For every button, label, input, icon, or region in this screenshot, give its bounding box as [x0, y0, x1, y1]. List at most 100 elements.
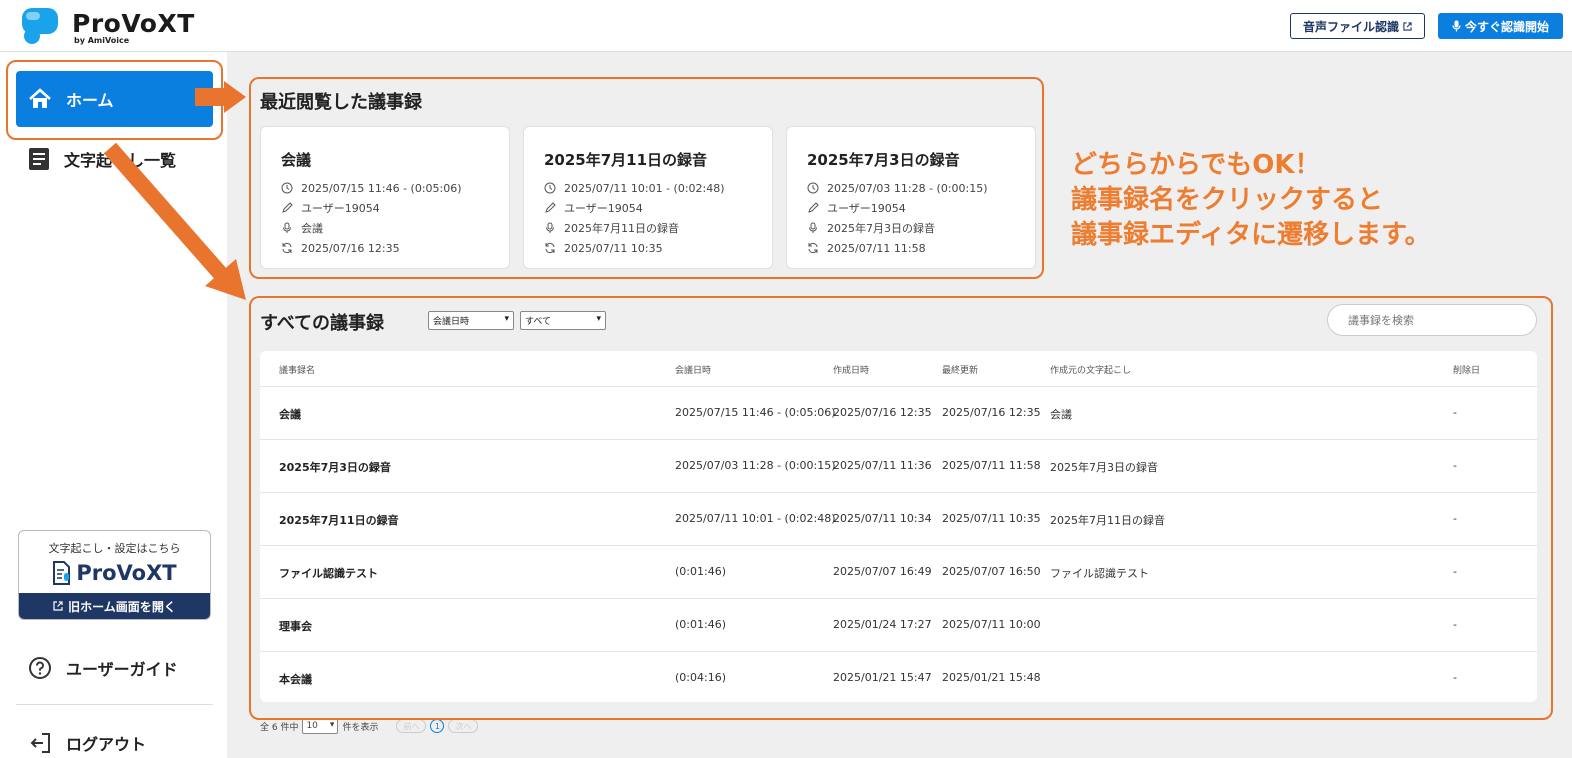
search-input[interactable]	[1327, 304, 1537, 336]
recent-card-title[interactable]: 2025年7月11日の録音	[544, 149, 772, 170]
meeting-datetime: 2025/07/15 11:46 - (0:05:06)	[675, 406, 836, 419]
external-link-icon	[53, 601, 63, 611]
microphone-icon	[546, 222, 554, 233]
table-row[interactable]: 2025年7月11日の録音 2025/07/11 10:01 - (0:02:4…	[260, 493, 1537, 546]
pencil-icon	[808, 202, 819, 213]
source-transcript: 2025年7月11日の録音	[1050, 514, 1165, 527]
promo-logo-text: ProVoXT	[76, 561, 177, 585]
refresh-icon	[545, 242, 555, 254]
microphone-icon	[283, 222, 291, 233]
prev-page-button[interactable]: 前へ	[396, 719, 427, 733]
sidebar-item-label: 文字起こし一覧	[64, 151, 177, 170]
card-user: ユーザー19054	[301, 202, 380, 215]
sidebar-item-user-guide[interactable]: ユーザーガイド	[16, 642, 213, 694]
column-header: 作成元の文字起こし	[1050, 366, 1132, 376]
updated-at: 2025/07/11 11:58	[942, 459, 1041, 472]
pagination: 全 6 件中 10 ▾ 件を表示 前へ 1 次へ	[260, 718, 479, 734]
recent-card[interactable]: 2025年7月3日の録音 2025/07/03 11:28 - (0:00:15…	[786, 126, 1036, 269]
clock-icon	[544, 182, 556, 194]
sidebar-item-label: ホーム	[66, 91, 114, 110]
meeting-datetime: 2025/07/03 11:28 - (0:00:15)	[675, 459, 836, 472]
sidebar-item-home[interactable]: ホーム	[16, 71, 213, 127]
recent-card-title[interactable]: 2025年7月3日の録音	[807, 149, 1035, 170]
external-link-icon	[1403, 21, 1412, 31]
home-icon	[29, 88, 51, 108]
file-recognition-label: 音声ファイル認識	[1302, 19, 1399, 34]
chevron-down-icon: ▾	[596, 314, 601, 324]
recent-minutes-title: 最近閲覧した議事録	[260, 92, 422, 113]
legacy-promo-card: 文字起こし・設定はこちら ProVoXT 旧ホーム画面を開く	[18, 530, 211, 620]
table-row[interactable]: 2025年7月3日の録音 2025/07/03 11:28 - (0:00:15…	[260, 440, 1537, 493]
deleted-at: -	[1453, 406, 1457, 419]
page-number-button[interactable]: 1	[430, 719, 445, 733]
annotation-line: 議事録名をクリックすると	[1071, 185, 1384, 215]
created-at: 2025/07/11 10:34	[833, 512, 932, 525]
annotation-line: どちらからでもOK！	[1071, 150, 1321, 180]
open-legacy-home-label: 旧ホーム画面を開く	[68, 599, 176, 614]
card-user: ユーザー19054	[564, 202, 643, 215]
chevron-down-icon: ▾	[329, 720, 335, 730]
microphone-icon	[1452, 20, 1461, 32]
clock-icon	[281, 182, 293, 194]
table-row[interactable]: 会議 2025/07/15 11:46 - (0:05:06) 2025/07/…	[260, 387, 1537, 440]
minutes-name-link[interactable]: 理事会	[279, 618, 312, 634]
table-row[interactable]: ファイル認識テスト (0:01:46) 2025/07/07 16:49 202…	[260, 546, 1537, 599]
meeting-datetime: (0:01:46)	[675, 618, 726, 631]
updated-at: 2025/07/11 10:00	[942, 618, 1041, 631]
logo-subtitle: by AmiVoice	[74, 36, 130, 45]
refresh-icon	[808, 242, 818, 254]
sidebar-divider	[16, 704, 213, 705]
next-page-button[interactable]: 次へ	[448, 719, 479, 733]
sidebar: ホーム 文字起こし一覧 文字起こし・設定はこちら ProVoXT 旧ホーム画面を…	[0, 52, 227, 758]
deleted-at: -	[1453, 512, 1457, 525]
sidebar-item-label: ログアウト	[66, 735, 147, 754]
meeting-datetime: (0:01:46)	[675, 565, 726, 578]
created-at: 2025/01/24 17:27	[833, 618, 932, 631]
sidebar-item-transcripts[interactable]: 文字起こし一覧	[16, 134, 213, 184]
chevron-down-icon: ▾	[504, 314, 509, 324]
source-transcript: ファイル認識テスト	[1050, 567, 1149, 580]
minutes-name-link[interactable]: 2025年7月11日の録音	[279, 512, 399, 528]
deleted-at: -	[1453, 671, 1457, 684]
sort-select[interactable]: 会議日時 ▾	[428, 311, 514, 330]
document-list-icon	[29, 148, 49, 170]
recent-card[interactable]: 会議 2025/07/15 11:46 - (0:05:06) ユーザー1905…	[260, 126, 510, 269]
all-minutes-title: すべての議事録	[260, 313, 385, 334]
minutes-name-link[interactable]: 本会議	[279, 671, 312, 687]
per-page-value: 10	[306, 721, 318, 731]
sidebar-item-logout[interactable]: ログアウト	[16, 718, 213, 758]
open-legacy-home-button[interactable]: 旧ホーム画面を開く	[19, 593, 210, 619]
meeting-datetime: (0:04:16)	[675, 671, 726, 684]
pencil-icon	[545, 202, 556, 213]
recent-card[interactable]: 2025年7月11日の録音 2025/07/11 10:01 - (0:02:4…	[523, 126, 773, 269]
minutes-name-link[interactable]: 2025年7月3日の録音	[279, 459, 391, 475]
filter-select-value: すべて	[525, 317, 552, 327]
card-source: 会議	[301, 222, 323, 235]
card-user: ユーザー19054	[827, 202, 906, 215]
table-row[interactable]: 本会議 (0:04:16) 2025/01/21 15:47 2025/01/2…	[260, 652, 1537, 705]
microphone-icon	[809, 222, 817, 233]
annotation-line: 議事録エディタに遷移します。	[1071, 220, 1431, 250]
logo-icon	[22, 8, 58, 44]
column-header: 作成日時	[833, 366, 870, 376]
document-mic-icon	[53, 561, 71, 585]
pencil-icon	[282, 202, 293, 213]
annotation-note: どちらからでもOK！ 議事録名をクリックすると 議事録エディタに遷移します。	[1071, 148, 1431, 253]
start-recognition-button[interactable]: 今すぐ認識開始	[1438, 13, 1563, 39]
created-at: 2025/07/11 11:36	[833, 459, 932, 472]
created-at: 2025/07/07 16:49	[833, 565, 932, 578]
help-icon	[29, 657, 51, 679]
sidebar-item-label: ユーザーガイド	[66, 660, 178, 679]
updated-at: 2025/01/21 15:48	[942, 671, 1041, 684]
clock-icon	[807, 182, 819, 194]
logo-text: ProVoXT	[72, 9, 195, 38]
per-page-select[interactable]: 10 ▾	[302, 718, 339, 734]
file-recognition-button[interactable]: 音声ファイル認識	[1290, 13, 1425, 39]
table-row[interactable]: 理事会 (0:01:46) 2025/01/24 17:27 2025/07/1…	[260, 599, 1537, 652]
recent-card-title[interactable]: 会議	[281, 149, 509, 170]
minutes-name-link[interactable]: ファイル認識テスト	[279, 565, 378, 581]
minutes-name-link[interactable]: 会議	[279, 406, 301, 422]
created-at: 2025/07/16 12:35	[833, 406, 932, 419]
source-transcript: 2025年7月3日の録音	[1050, 461, 1158, 474]
filter-select[interactable]: すべて ▾	[520, 311, 606, 330]
